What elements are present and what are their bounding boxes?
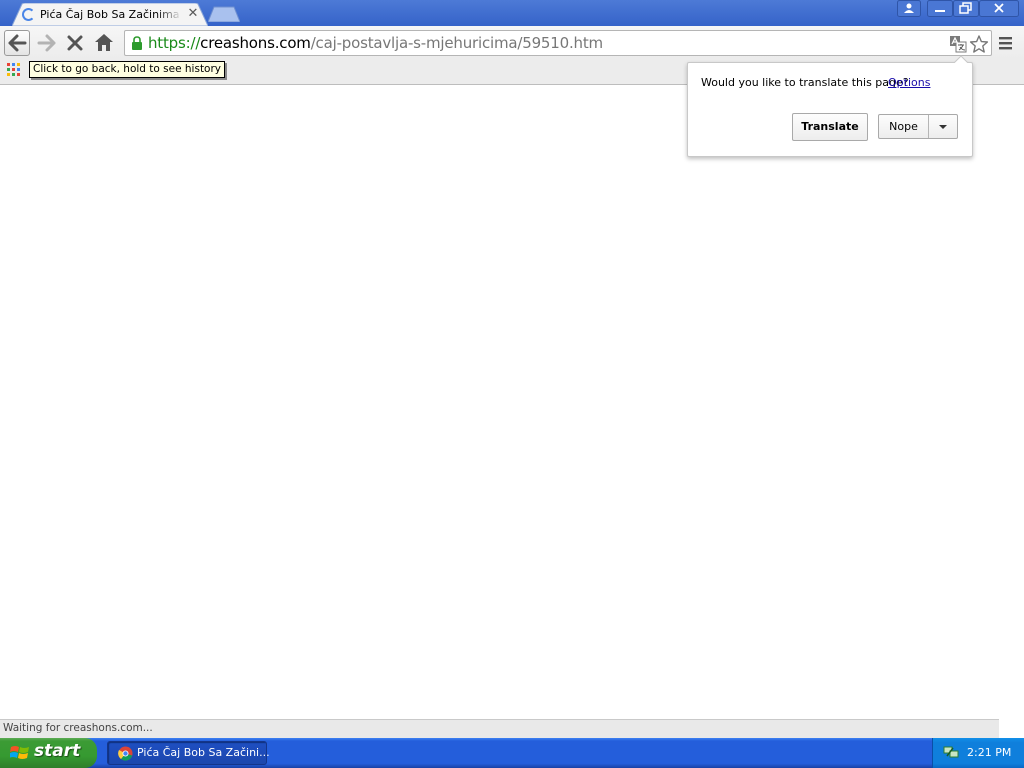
translate-icon[interactable]	[949, 35, 967, 53]
taskbar-item-label: Pića Čaj Bob Sa Začini...	[137, 746, 270, 759]
url-path: /caj-postavlja-s-mjehuricima/59510.htm	[310, 34, 603, 52]
chevron-down-icon[interactable]	[929, 115, 957, 138]
tab-title: Pića Čaj Bob Sa Začinima Tea	[40, 8, 182, 21]
back-arrow-icon	[8, 34, 27, 52]
apps-icon[interactable]	[7, 63, 21, 77]
chrome-icon	[118, 746, 133, 761]
status-text: Waiting for creashons.com...	[3, 722, 153, 734]
clock: 2:21 PM	[967, 746, 1012, 759]
stop-icon[interactable]	[62, 30, 88, 56]
tab-close-icon[interactable]: ✕	[186, 7, 200, 21]
back-button-tooltip: Click to go back, hold to see history	[29, 61, 226, 78]
translate-options-link[interactable]: Options	[888, 76, 930, 89]
menu-icon[interactable]	[996, 34, 1016, 52]
star-icon[interactable]	[969, 34, 989, 54]
status-bubble: Waiting for creashons.com...	[0, 719, 999, 738]
browser-titlebar: Pića Čaj Bob Sa Začinima Tea ✕	[0, 0, 1024, 26]
windows-taskbar: start Pića Čaj Bob Sa Začini... 2:21 PM	[0, 738, 1024, 768]
back-button[interactable]	[4, 30, 30, 56]
url-host: creashons.com	[200, 34, 311, 52]
minimize-icon[interactable]	[927, 0, 953, 17]
loading-spinner-icon	[22, 8, 35, 21]
network-icon[interactable]	[943, 744, 959, 760]
forward-arrow-icon[interactable]	[33, 30, 59, 56]
translate-question: Would you like to translate this page?	[701, 76, 909, 89]
url-scheme: https://	[148, 34, 201, 52]
taskbar-item-chrome[interactable]: Pića Čaj Bob Sa Začini...	[107, 741, 270, 765]
user-icon[interactable]	[897, 0, 921, 17]
nope-button[interactable]: Nope	[879, 115, 929, 138]
restore-icon[interactable]	[953, 0, 979, 17]
bubble-arrow	[954, 55, 968, 63]
close-icon[interactable]	[979, 0, 1019, 17]
start-label: start	[34, 741, 81, 761]
tab-active[interactable]: Pića Čaj Bob Sa Začinima Tea ✕	[12, 3, 208, 26]
address-bar[interactable]: https://creashons.com/caj-postavlja-s-mj…	[124, 30, 992, 56]
windows-logo-icon	[10, 746, 29, 759]
nope-button-group: Nope	[878, 114, 958, 139]
translate-button[interactable]: Translate	[792, 113, 868, 141]
system-tray: 2:21 PM	[932, 738, 1024, 768]
home-icon[interactable]	[91, 30, 117, 56]
url-text[interactable]: https://creashons.com/caj-postavlja-s-mj…	[148, 33, 603, 53]
new-tab-button[interactable]	[208, 6, 240, 22]
browser-toolbar: https://creashons.com/caj-postavlja-s-mj…	[0, 26, 1024, 59]
start-button[interactable]: start	[0, 738, 97, 768]
translate-bubble: Would you like to translate this page? O…	[687, 55, 973, 157]
lock-icon	[132, 36, 142, 50]
